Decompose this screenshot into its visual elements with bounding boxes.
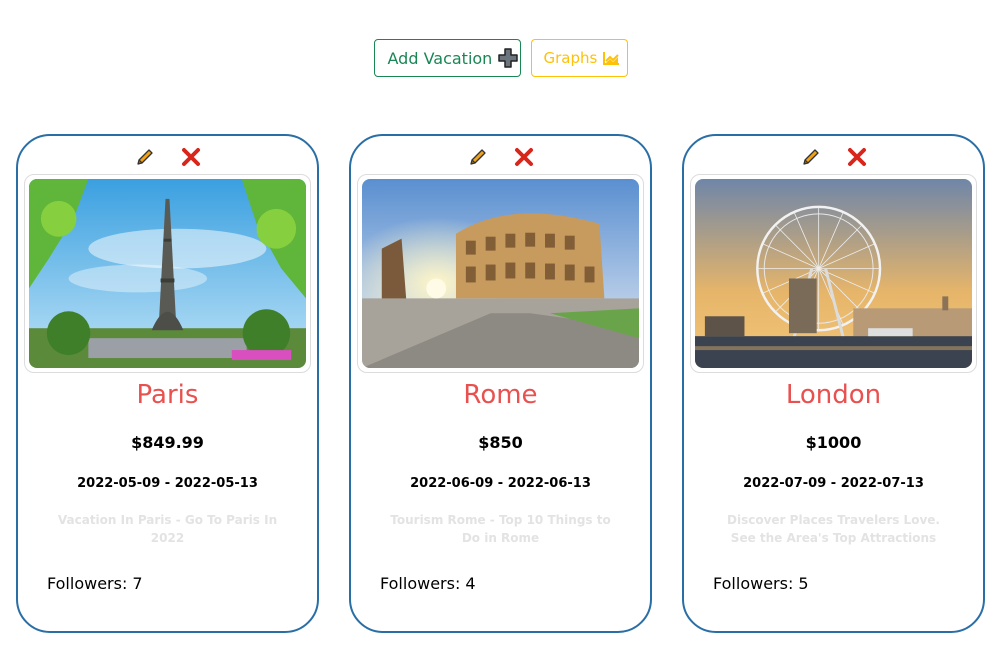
vacation-price: $850 [478,433,523,452]
edit-pencil-icon[interactable] [134,146,156,168]
plus-icon [498,48,519,68]
vacation-followers: Followers: 7 [47,574,143,593]
card-actions [351,146,650,168]
vacation-city: Rome [463,380,538,410]
delete-x-icon[interactable] [180,146,202,168]
vacation-description: Tourism Rome - Top 10 Things to Do in Ro… [390,513,611,545]
vacation-description: Discover Places Travelers Love. See the … [727,513,940,545]
delete-x-icon[interactable] [513,146,535,168]
vacation-dates: 2022-07-09 - 2022-07-13 [743,476,924,491]
card-actions [684,146,983,168]
edit-pencil-icon[interactable] [467,146,489,168]
vacation-card: Paris $849.99 2022-05-09 - 2022-05-13 Va… [16,134,319,633]
vacation-card: Rome $850 2022-06-09 - 2022-06-13 Touris… [349,134,652,633]
vacation-card: London $1000 2022-07-09 - 2022-07-13 Dis… [682,134,985,633]
vacation-city: Paris [136,380,199,410]
add-vacation-button[interactable]: Add Vacation [373,39,521,77]
eiffel-tower-image [29,179,306,368]
vacation-price: $1000 [805,433,862,452]
graphs-button[interactable]: Graphs [530,39,628,77]
vacation-price: $849.99 [131,433,204,452]
vacation-description: Vacation In Paris - Go To Paris In 2022 [57,513,278,545]
vacation-image-frame [24,174,311,373]
vacation-dates: 2022-06-09 - 2022-06-13 [410,476,591,491]
vacation-dates: 2022-05-09 - 2022-05-13 [77,476,258,491]
add-vacation-label: Add Vacation [387,48,493,68]
card-actions [18,146,317,168]
vacation-followers: Followers: 5 [713,574,809,593]
graphs-label: Graphs [543,49,598,67]
edit-pencil-icon[interactable] [800,146,822,168]
chart-line-icon [603,51,620,66]
vacation-city: London [785,380,882,410]
toolbar: Add Vacation Graphs [0,39,1001,77]
vacation-followers: Followers: 4 [380,574,476,593]
colosseum-image [362,179,639,368]
vacation-image-frame [690,174,977,373]
delete-x-icon[interactable] [846,146,868,168]
london-eye-image [695,179,972,368]
vacation-image-frame [357,174,644,373]
